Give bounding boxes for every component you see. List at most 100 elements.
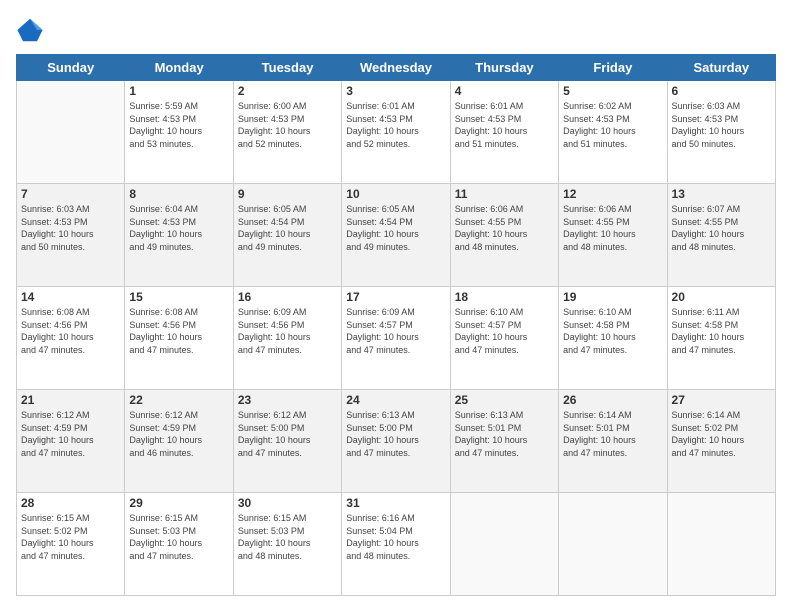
calendar-cell: 28Sunrise: 6:15 AM Sunset: 5:02 PM Dayli… (17, 493, 125, 596)
day-info: Sunrise: 6:01 AM Sunset: 4:53 PM Dayligh… (455, 100, 554, 150)
day-info: Sunrise: 6:10 AM Sunset: 4:58 PM Dayligh… (563, 306, 662, 356)
calendar-cell: 20 Sunrise: 6:11 AM Sunset: 4:58 PM Dayli… (667, 287, 775, 390)
day-info: Sunrise: 6:08 AM Sunset: 4:56 PM Dayligh… (21, 306, 120, 356)
day-info: Sunrise: 6:03 AM Sunset: 4:53 PM Dayligh… (21, 203, 120, 253)
day-number: 17 (346, 290, 445, 304)
calendar-week-row: 7 Sunrise: 6:03 AM Sunset: 4:53 PM Daylig… (17, 184, 776, 287)
day-info: Sunrise: 6:12 AM Sunset: 4:59 PM Dayligh… (129, 409, 228, 459)
calendar-cell: 7 Sunrise: 6:03 AM Sunset: 4:53 PM Daylig… (17, 184, 125, 287)
day-info: Sunrise: 6:06 AM Sunset: 4:55 PM Dayligh… (563, 203, 662, 253)
calendar-cell: 10 Sunrise: 6:05 AM Sunset: 4:54 PM Dayli… (342, 184, 450, 287)
calendar-cell: 29 Sunrise: 6:15 AM Sunset: 5:03 PM Dayli… (125, 493, 233, 596)
weekday-header-tuesday: Tuesday (233, 55, 341, 81)
calendar-cell: 9Sunrise: 6:05 AM Sunset: 4:54 PM Daylig… (233, 184, 341, 287)
day-number: 3 (346, 84, 445, 98)
day-info: Sunrise: 6:12 AM Sunset: 4:59 PM Dayligh… (21, 409, 120, 459)
day-number: 5 (563, 84, 662, 98)
calendar-cell: 26 Sunrise: 6:14 AM Sunset: 5:01 PM Dayli… (559, 390, 667, 493)
calendar-cell: 4 Sunrise: 6:01 AM Sunset: 4:53 PM Daylig… (450, 81, 558, 184)
calendar-cell (17, 81, 125, 184)
day-number: 2 (238, 84, 337, 98)
calendar-cell: 23 Sunrise: 6:12 AM Sunset: 5:00 PM Dayli… (233, 390, 341, 493)
calendar-cell: 13Sunrise: 6:07 AM Sunset: 4:55 PM Dayli… (667, 184, 775, 287)
day-info: Sunrise: 6:06 AM Sunset: 4:55 PM Dayligh… (455, 203, 554, 253)
day-info: Sunrise: 6:09 AM Sunset: 4:57 PM Dayligh… (346, 306, 445, 356)
calendar-cell: 25 Sunrise: 6:13 AM Sunset: 5:01 PM Dayli… (450, 390, 558, 493)
day-number: 30 (238, 496, 337, 510)
day-number: 10 (346, 187, 445, 201)
calendar-cell: 21 Sunrise: 6:12 AM Sunset: 4:59 PM Dayli… (17, 390, 125, 493)
day-info: Sunrise: 6:08 AM Sunset: 4:56 PM Dayligh… (129, 306, 228, 356)
day-number: 11 (455, 187, 554, 201)
calendar-cell: 24Sunrise: 6:13 AM Sunset: 5:00 PM Dayli… (342, 390, 450, 493)
day-info: Sunrise: 6:14 AM Sunset: 5:02 PM Dayligh… (672, 409, 771, 459)
day-number: 14 (21, 290, 120, 304)
day-info: Sunrise: 6:14 AM Sunset: 5:01 PM Dayligh… (563, 409, 662, 459)
calendar-cell: 30Sunrise: 6:15 AM Sunset: 5:03 PM Dayli… (233, 493, 341, 596)
day-number: 13 (672, 187, 771, 201)
calendar-cell: 22 Sunrise: 6:12 AM Sunset: 4:59 PM Dayli… (125, 390, 233, 493)
calendar-cell (667, 493, 775, 596)
weekday-header-sunday: Sunday (17, 55, 125, 81)
day-number: 27 (672, 393, 771, 407)
calendar-week-row: 1Sunrise: 5:59 AM Sunset: 4:53 PM Daylig… (17, 81, 776, 184)
day-info: Sunrise: 6:04 AM Sunset: 4:53 PM Dayligh… (129, 203, 228, 253)
day-number: 31 (346, 496, 445, 510)
day-info: Sunrise: 6:05 AM Sunset: 4:54 PM Dayligh… (346, 203, 445, 253)
day-info: Sunrise: 6:10 AM Sunset: 4:57 PM Dayligh… (455, 306, 554, 356)
weekday-header-thursday: Thursday (450, 55, 558, 81)
calendar-week-row: 14 Sunrise: 6:08 AM Sunset: 4:56 PM Dayli… (17, 287, 776, 390)
calendar-cell: 12 Sunrise: 6:06 AM Sunset: 4:55 PM Dayli… (559, 184, 667, 287)
day-number: 22 (129, 393, 228, 407)
weekday-header-saturday: Saturday (667, 55, 775, 81)
calendar-cell: 6 Sunrise: 6:03 AM Sunset: 4:53 PM Daylig… (667, 81, 775, 184)
day-number: 25 (455, 393, 554, 407)
day-info: Sunrise: 5:59 AM Sunset: 4:53 PM Dayligh… (129, 100, 228, 150)
day-number: 8 (129, 187, 228, 201)
logo (16, 16, 46, 44)
header (16, 16, 776, 44)
weekday-header-monday: Monday (125, 55, 233, 81)
day-info: Sunrise: 6:03 AM Sunset: 4:53 PM Dayligh… (672, 100, 771, 150)
day-number: 23 (238, 393, 337, 407)
day-info: Sunrise: 6:15 AM Sunset: 5:03 PM Dayligh… (129, 512, 228, 562)
day-number: 21 (21, 393, 120, 407)
calendar-table: SundayMondayTuesdayWednesdayThursdayFrid… (16, 54, 776, 596)
day-number: 6 (672, 84, 771, 98)
calendar-cell: 1Sunrise: 5:59 AM Sunset: 4:53 PM Daylig… (125, 81, 233, 184)
calendar-cell: 8 Sunrise: 6:04 AM Sunset: 4:53 PM Daylig… (125, 184, 233, 287)
calendar-cell: 27 Sunrise: 6:14 AM Sunset: 5:02 PM Dayli… (667, 390, 775, 493)
day-number: 7 (21, 187, 120, 201)
calendar-cell: 5 Sunrise: 6:02 AM Sunset: 4:53 PM Daylig… (559, 81, 667, 184)
day-number: 20 (672, 290, 771, 304)
calendar-cell: 18Sunrise: 6:10 AM Sunset: 4:57 PM Dayli… (450, 287, 558, 390)
day-info: Sunrise: 6:13 AM Sunset: 5:01 PM Dayligh… (455, 409, 554, 459)
calendar-cell: 19Sunrise: 6:10 AM Sunset: 4:58 PM Dayli… (559, 287, 667, 390)
logo-icon (16, 16, 44, 44)
weekday-header-row: SundayMondayTuesdayWednesdayThursdayFrid… (17, 55, 776, 81)
day-info: Sunrise: 6:13 AM Sunset: 5:00 PM Dayligh… (346, 409, 445, 459)
calendar-week-row: 28Sunrise: 6:15 AM Sunset: 5:02 PM Dayli… (17, 493, 776, 596)
day-number: 4 (455, 84, 554, 98)
day-info: Sunrise: 6:02 AM Sunset: 4:53 PM Dayligh… (563, 100, 662, 150)
calendar-cell: 16 Sunrise: 6:09 AM Sunset: 4:56 PM Dayli… (233, 287, 341, 390)
day-number: 16 (238, 290, 337, 304)
calendar-cell (450, 493, 558, 596)
day-number: 29 (129, 496, 228, 510)
calendar-cell: 31Sunrise: 6:16 AM Sunset: 5:04 PM Dayli… (342, 493, 450, 596)
calendar-cell (559, 493, 667, 596)
day-info: Sunrise: 6:11 AM Sunset: 4:58 PM Dayligh… (672, 306, 771, 356)
calendar-cell: 3 Sunrise: 6:01 AM Sunset: 4:53 PM Daylig… (342, 81, 450, 184)
weekday-header-wednesday: Wednesday (342, 55, 450, 81)
day-number: 12 (563, 187, 662, 201)
calendar-week-row: 21 Sunrise: 6:12 AM Sunset: 4:59 PM Dayli… (17, 390, 776, 493)
day-number: 26 (563, 393, 662, 407)
calendar-cell: 15Sunrise: 6:08 AM Sunset: 4:56 PM Dayli… (125, 287, 233, 390)
calendar-cell: 14 Sunrise: 6:08 AM Sunset: 4:56 PM Dayli… (17, 287, 125, 390)
day-info: Sunrise: 6:12 AM Sunset: 5:00 PM Dayligh… (238, 409, 337, 459)
calendar-cell: 2 Sunrise: 6:00 AM Sunset: 4:53 PM Daylig… (233, 81, 341, 184)
day-info: Sunrise: 6:00 AM Sunset: 4:53 PM Dayligh… (238, 100, 337, 150)
day-info: Sunrise: 6:01 AM Sunset: 4:53 PM Dayligh… (346, 100, 445, 150)
day-info: Sunrise: 6:15 AM Sunset: 5:02 PM Dayligh… (21, 512, 120, 562)
day-info: Sunrise: 6:09 AM Sunset: 4:56 PM Dayligh… (238, 306, 337, 356)
